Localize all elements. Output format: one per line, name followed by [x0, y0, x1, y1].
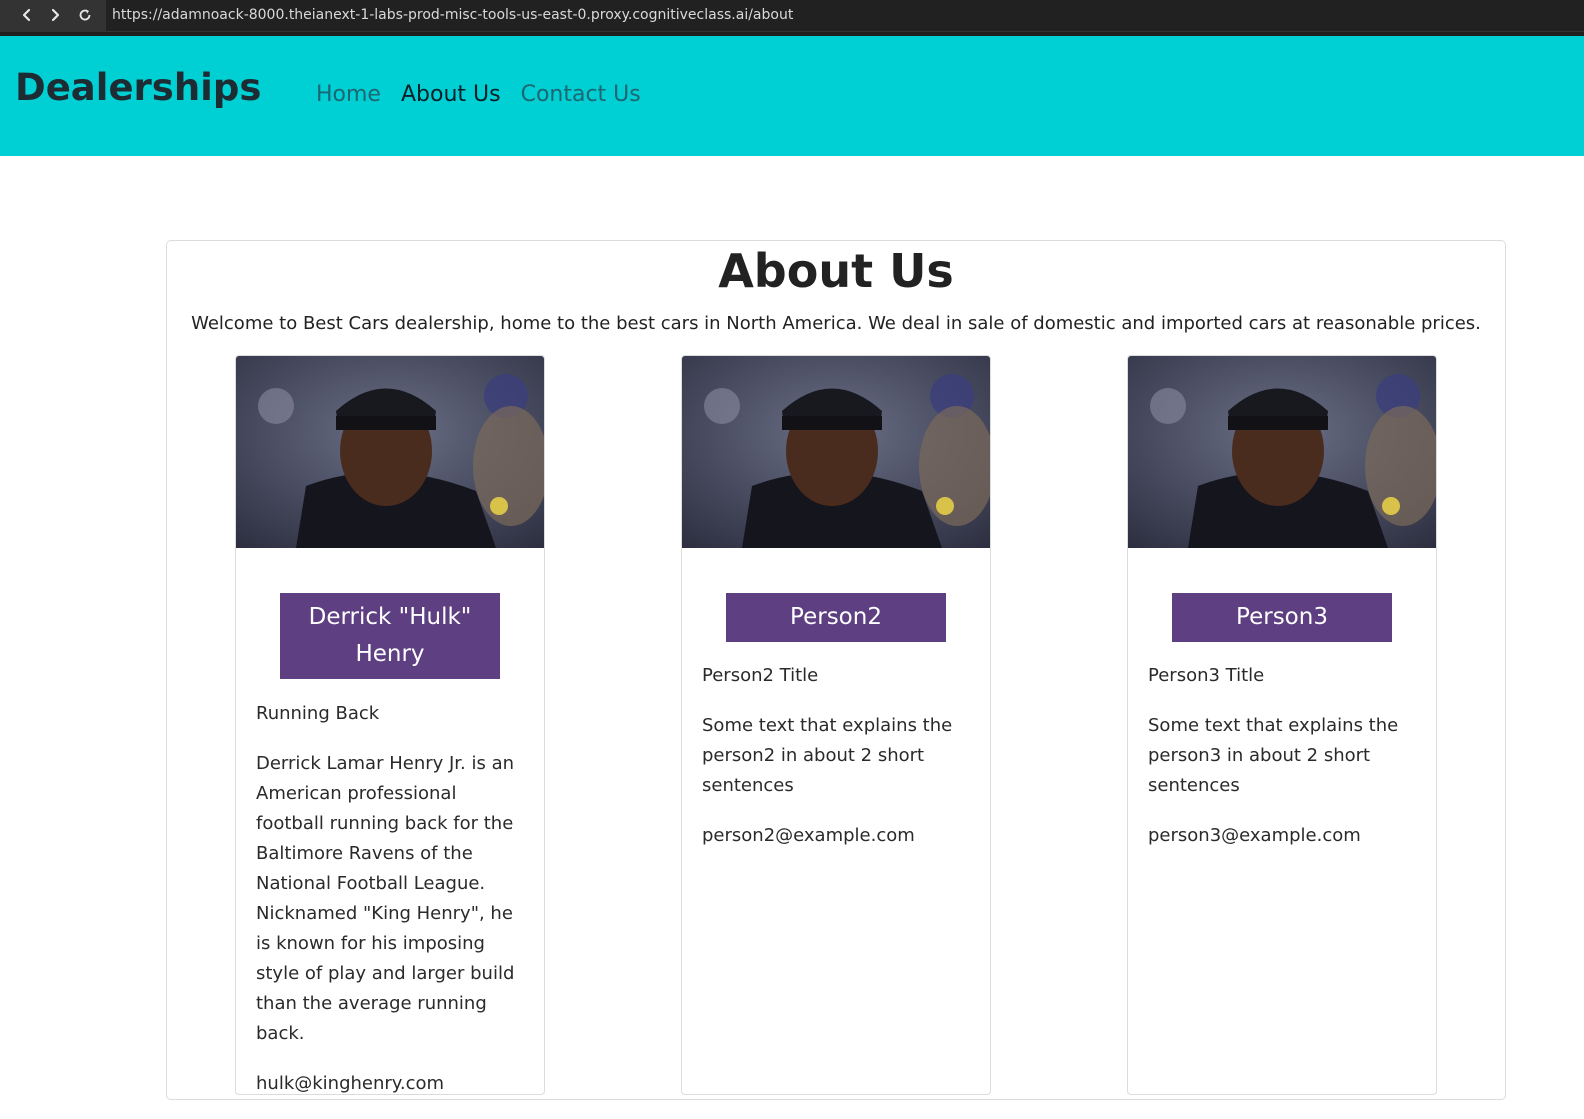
person-title: Person2 Title	[702, 665, 819, 686]
address-bar[interactable]: https://adamnoack-8000.theianext-1-labs-…	[106, 0, 1584, 31]
forward-icon[interactable]	[45, 5, 65, 25]
site-navbar: Dealerships Home About Us Contact Us	[0, 36, 1584, 156]
nav-link-contact[interactable]: Contact Us	[521, 82, 641, 107]
person-description: Some text that explains the person3 in a…	[1148, 715, 1399, 796]
brand-title[interactable]: Dealerships	[15, 66, 261, 109]
person-email: hulk@kinghenry.com	[256, 1073, 445, 1094]
person-email: person3@example.com	[1148, 825, 1361, 846]
person-details: Running Back Derrick Lamar Henry Jr. is …	[256, 699, 528, 1119]
person-photo	[1128, 356, 1436, 548]
page-title: About Us	[718, 244, 954, 298]
person-description: Derrick Lamar Henry Jr. is an American p…	[256, 753, 515, 1044]
person-details: Person3 Title Some text that explains th…	[1148, 661, 1420, 871]
person-email: person2@example.com	[702, 825, 915, 846]
person-card: Person3 Person3 Title Some text that exp…	[1127, 355, 1437, 1095]
nav-link-home[interactable]: Home	[316, 82, 381, 107]
person-details: Person2 Title Some text that explains th…	[702, 661, 974, 871]
nav-link-about[interactable]: About Us	[401, 82, 501, 107]
person-title: Running Back	[256, 703, 380, 724]
back-icon[interactable]	[17, 5, 37, 25]
person-name-badge: Person3	[1172, 593, 1392, 642]
reload-icon[interactable]	[75, 5, 95, 25]
browser-toolbar: https://adamnoack-8000.theianext-1-labs-…	[0, 0, 1584, 36]
nav-links: Home About Us Contact Us	[316, 82, 641, 107]
person-card: Person2 Person2 Title Some text that exp…	[681, 355, 991, 1095]
person-photo	[236, 356, 544, 548]
person-name-badge: Person2	[726, 593, 946, 642]
intro-text: Welcome to Best Cars dealership, home to…	[191, 313, 1481, 334]
person-card: Derrick "Hulk" Henry Running Back Derric…	[235, 355, 545, 1095]
person-name-badge: Derrick "Hulk" Henry	[280, 593, 500, 679]
person-photo	[682, 356, 990, 548]
person-title: Person3 Title	[1148, 665, 1265, 686]
person-description: Some text that explains the person2 in a…	[702, 715, 953, 796]
